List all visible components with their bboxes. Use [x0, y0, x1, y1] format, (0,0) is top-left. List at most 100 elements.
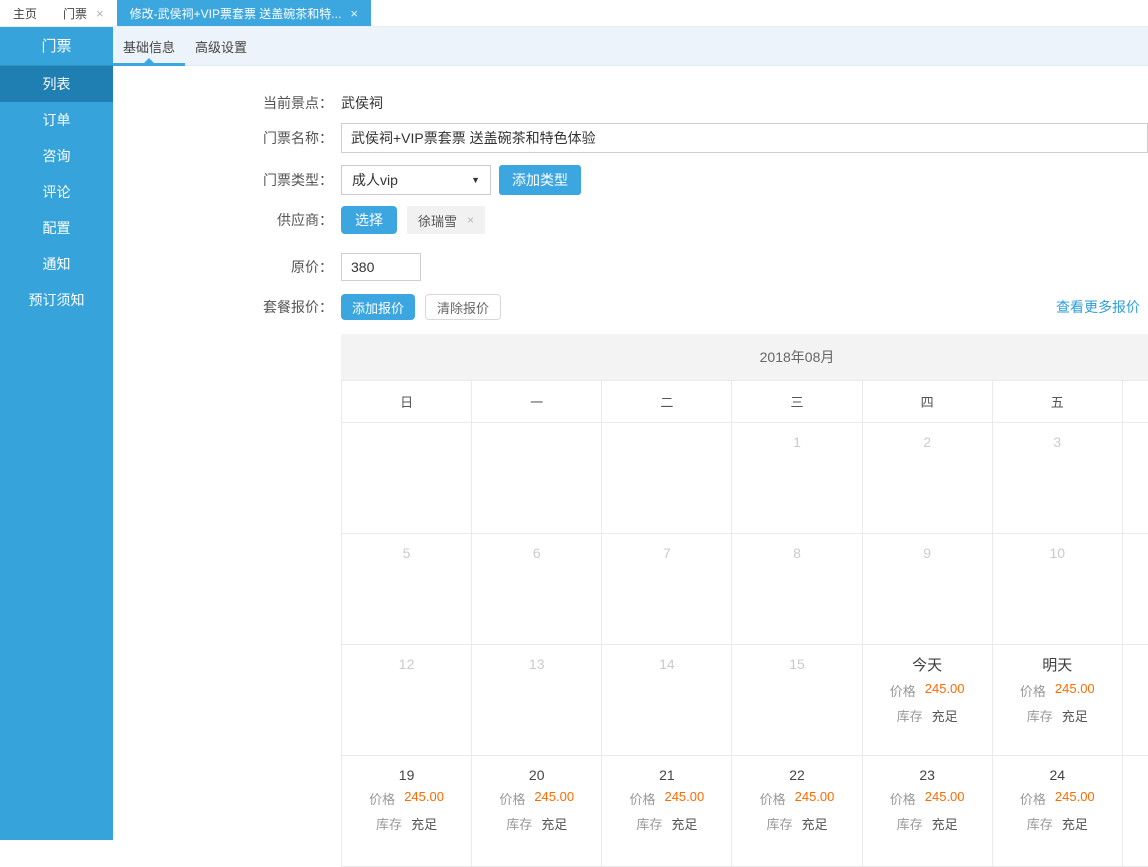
calendar-day-cell: 9	[863, 534, 993, 645]
price-label: 价格	[499, 789, 525, 808]
close-icon[interactable]: ×	[96, 7, 104, 20]
calendar-month-label: 2018年08月	[760, 347, 835, 367]
original-price-row: 原价：	[113, 253, 1148, 281]
stock-line: 库存充足	[863, 814, 992, 833]
ticket-type-select[interactable]: 成人vip ▼	[341, 165, 491, 195]
ticket-name-row: 门票名称：	[113, 123, 1148, 153]
price-line: 价格 245.00	[993, 789, 1122, 808]
weekday-header: 五	[993, 381, 1123, 423]
current-scenic-value: 武侯祠	[341, 93, 383, 113]
day-number: 今天	[863, 645, 992, 675]
stock-label: 库存	[1027, 814, 1053, 833]
calendar-day-cell: 4	[1123, 423, 1148, 534]
calendar-day-cell[interactable]: 明天价格245.00库存充足	[993, 645, 1123, 756]
price-value: 245.00	[664, 789, 704, 808]
day-number: 22	[732, 756, 861, 783]
calendar-day-cell	[602, 423, 732, 534]
calendar-day-cell: 6	[472, 534, 602, 645]
day-number: 5	[342, 534, 471, 561]
original-price-input[interactable]	[341, 253, 421, 281]
stock-value: 充足	[411, 814, 437, 833]
ticket-type-row: 门票类型： 成人vip ▼ 添加类型	[113, 165, 1148, 195]
remove-supplier-icon[interactable]: ×	[467, 213, 474, 227]
price-line: 价格245.00	[732, 789, 861, 808]
calendar-grid: 日一二三四五六123456789101112131415今天价格245.00库存…	[341, 380, 1148, 867]
calendar-day-cell: 1	[732, 423, 862, 534]
calendar-day-cell	[472, 423, 602, 534]
supplier-tag: 徐瑞雪 ×	[407, 206, 485, 234]
calendar-header: 2018年08月	[341, 334, 1148, 380]
ticket-type-selected-value: 成人vip	[352, 170, 398, 190]
calendar-day-cell: 13	[472, 645, 602, 756]
calendar-day-cell: 15	[732, 645, 862, 756]
content-tab[interactable]: 基础信息	[113, 27, 185, 65]
calendar-day-cell: 5	[342, 534, 472, 645]
stock-value: 充足	[541, 814, 567, 833]
calendar-day-cell[interactable]: 18价格245.00库存充足	[1123, 645, 1148, 756]
calendar-day-cell[interactable]: 25价格245.00库存充足	[1123, 756, 1148, 867]
price-line: 价格245.00	[863, 681, 992, 700]
calendar-day-cell[interactable]: 24价格245.00库存充足	[993, 756, 1123, 867]
window-tab[interactable]: 主页	[0, 0, 50, 26]
stock-line: 库存充足	[1123, 703, 1148, 722]
calendar-day-cell[interactable]: 23 价格245.00 库存充足	[863, 756, 993, 867]
stock-value: 充足	[801, 814, 827, 833]
price-value: 245.00	[925, 681, 965, 700]
day-number: 2	[863, 423, 992, 450]
sidebar-item-link[interactable]: 评论	[0, 174, 113, 210]
calendar-day-cell[interactable]: 今天价格245.00库存充足	[863, 645, 993, 756]
window-tab-label: 主页	[13, 5, 37, 22]
price-line: 价格245.00	[863, 789, 992, 808]
ticket-type-label: 门票类型：	[113, 170, 341, 190]
stock-value: 充足	[1062, 814, 1088, 833]
day-number: 21	[602, 756, 731, 783]
weekday-header: 六	[1123, 381, 1148, 423]
sidebar-item-link[interactable]: 订单	[0, 102, 113, 138]
day-number: 9	[863, 534, 992, 561]
price-value: 245.00	[1055, 789, 1095, 808]
day-number	[342, 423, 471, 434]
window-tab[interactable]: 门票×	[50, 0, 117, 26]
stock-line: 库存充足	[1123, 814, 1148, 833]
package-quote-label: 套餐报价：	[113, 297, 341, 317]
calendar-day-cell[interactable]: 19价格245.00库存充足	[342, 756, 472, 867]
day-number: 明天	[993, 645, 1122, 675]
calendar-day-cell[interactable]: 22价格245.00库存充足	[732, 756, 862, 867]
price-label: 价格	[369, 789, 395, 808]
window-tab[interactable]: 修改-武侯祠+VIP票套票 送盖碗茶和特...×	[117, 0, 371, 26]
add-quote-button[interactable]: 添加报价	[341, 294, 415, 320]
calendar-day-cell	[342, 423, 472, 534]
content-tab-strip: 基础信息高级设置	[113, 27, 1148, 66]
stock-line: 库存充足	[602, 814, 731, 833]
day-number: 23	[863, 756, 992, 783]
window-tab-bar: 主页门票×修改-武侯祠+VIP票套票 送盖碗茶和特...×	[0, 0, 1148, 27]
sidebar-item-link[interactable]: 通知	[0, 246, 113, 282]
select-supplier-button[interactable]: 选择	[341, 206, 397, 234]
price-label: 价格	[760, 789, 786, 808]
calendar-day-cell: 3	[993, 423, 1123, 534]
day-number: 13	[472, 645, 601, 672]
original-price-label: 原价：	[113, 257, 341, 277]
stock-line: 库存充足	[993, 814, 1122, 833]
ticket-name-input[interactable]	[341, 123, 1148, 153]
stock-value: 充足	[932, 814, 958, 833]
close-icon[interactable]: ×	[350, 7, 358, 20]
sidebar-item-link[interactable]: 咨询	[0, 138, 113, 174]
sidebar-item-selected[interactable]: 列表	[0, 66, 113, 102]
price-value: 245.00	[1055, 681, 1095, 700]
content-tab[interactable]: 高级设置	[185, 27, 257, 65]
weekday-header: 二	[602, 381, 732, 423]
calendar-day-cell[interactable]: 20价格245.00库存充足	[472, 756, 602, 867]
clear-quote-button[interactable]: 清除报价	[425, 294, 501, 320]
view-more-quotes-link[interactable]: 查看更多报价	[1056, 297, 1140, 317]
add-type-button[interactable]: 添加类型	[499, 165, 581, 195]
day-number: 10	[993, 534, 1122, 561]
price-value: 245.00	[534, 789, 574, 808]
sidebar-item-link[interactable]: 预订须知	[0, 282, 113, 318]
day-number: 25	[1123, 756, 1148, 783]
price-line: 价格245.00	[993, 681, 1122, 700]
sidebar-item-link[interactable]: 配置	[0, 210, 113, 246]
stock-line: 库存充足	[342, 814, 471, 833]
price-label: 价格	[1020, 789, 1046, 808]
calendar-day-cell[interactable]: 21价格245.00库存充足	[602, 756, 732, 867]
